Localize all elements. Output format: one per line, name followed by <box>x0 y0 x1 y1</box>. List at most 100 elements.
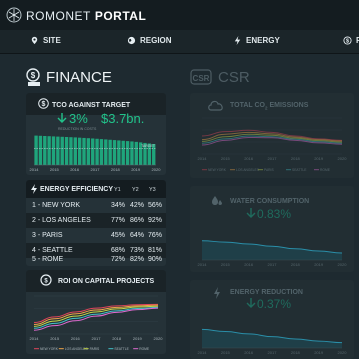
tco-amount: $3.7bn. <box>101 111 145 126</box>
tco-bar <box>86 138 91 165</box>
water-title: WATER CONSUMPTION <box>230 198 310 205</box>
co2-line-chart: 2014 2015 2016 2017 2018 2019 2020 NEW YORK LOS … <box>198 117 347 172</box>
table-row[interactable]: 2 - LOS ANGELES 77% 86% 92% <box>26 213 166 228</box>
tco-bar <box>112 140 117 165</box>
svg-text:$: $ <box>346 38 349 44</box>
table-row[interactable]: 3 - PARIS 45% 64% 76% <box>26 228 166 243</box>
tick-label: 2014 <box>198 262 208 267</box>
globe-icon <box>127 36 136 45</box>
finance-icon: $ <box>343 36 352 45</box>
tick-label: 2019 <box>314 156 324 161</box>
tco-bar <box>104 139 108 165</box>
tick-label: 2016 <box>244 350 254 355</box>
svg-text:$: $ <box>44 279 48 285</box>
tco-bar <box>51 136 56 165</box>
lightning-icon <box>214 287 220 299</box>
col-head-y2: Y2 <box>132 187 139 193</box>
tco-bar <box>117 140 121 165</box>
tco-bar <box>64 137 69 165</box>
tick-label: 2015 <box>221 350 231 355</box>
tco-bar <box>99 139 104 165</box>
row-city: 2 - LOS ANGELES <box>32 217 91 224</box>
legend-label: SEATTLE <box>292 168 307 172</box>
row-y2: 86% <box>130 217 145 224</box>
nav-item-region[interactable]: REGION <box>127 36 172 45</box>
tick-label: 2020 <box>338 262 348 267</box>
legend-label: NEW YORK <box>208 168 227 172</box>
tick-label: 2016 <box>71 336 81 341</box>
tco-percent: 3% <box>69 111 88 126</box>
brand[interactable]: ROMONET PORTAL <box>26 9 146 23</box>
target-label: TARGET <box>141 144 156 148</box>
tick-label: 2019 <box>131 167 141 172</box>
tco-bar <box>56 136 60 165</box>
svg-text:$: $ <box>31 71 36 80</box>
tco-title: TCO AGAINST TARGET <box>52 102 131 109</box>
dollar-circle-icon: $ <box>38 98 49 109</box>
tick-label: 2019 <box>133 336 143 341</box>
tco-bar <box>134 141 138 165</box>
co2-title-suffix: EMISSIONS <box>267 102 309 109</box>
tco-bar <box>69 137 73 165</box>
energy-reduction-title: ENERGY REDUCTION <box>230 289 303 296</box>
row-y3: 92% <box>148 217 163 224</box>
tco-bar <box>108 139 112 165</box>
brand-name: ROMONET <box>26 9 91 23</box>
table-row[interactable]: 5 - ROME 72% 82% 90% <box>26 253 166 266</box>
tick-label: 2014 <box>30 336 40 341</box>
nav-item-energy[interactable]: ENERGY <box>233 36 280 45</box>
tick-label: 2014 <box>198 350 208 355</box>
tick-label: 2015 <box>50 336 60 341</box>
row-y3: 76% <box>148 232 163 239</box>
legend-label: PARIS <box>90 347 100 351</box>
tco-bar <box>73 137 77 165</box>
tick-label: 2018 <box>291 262 301 267</box>
tick-label: 2018 <box>291 156 301 161</box>
arrow-down-icon <box>246 208 256 218</box>
col-head-y1: Y1 <box>114 187 121 193</box>
tco-bar <box>91 138 95 165</box>
lightning-icon <box>31 184 37 194</box>
co2-title: TOTAL CO2 EMISSIONS <box>230 102 308 110</box>
col-head-y3: Y3 <box>149 187 156 193</box>
energy-reduction-stat: 0.37% <box>257 297 292 311</box>
arrow-down-icon <box>246 298 256 308</box>
tick-label: 2015 <box>221 156 231 161</box>
table-row[interactable]: 1 - NEW YORK 34% 42% 56% <box>26 198 166 213</box>
legend-label: ROME <box>320 168 331 172</box>
tco-bar <box>47 136 51 165</box>
row-y2: 42% <box>130 202 145 209</box>
row-y1: 45% <box>111 232 126 239</box>
legend-label: SEATTLE <box>114 347 129 351</box>
legend-label: NEW YORK <box>40 347 59 351</box>
tco-bar <box>95 138 99 165</box>
tco-bar <box>34 135 38 165</box>
tco-bar <box>77 137 82 165</box>
tco-bar <box>60 136 64 165</box>
row-y1: 77% <box>111 217 126 224</box>
roi-line-chart: 2014 2015 2016 2017 2018 2019 2020NEW YORK LOS … <box>30 295 163 351</box>
row-y2: 82% <box>130 256 145 263</box>
tick-label: 2016 <box>70 167 80 172</box>
row-y1: 34% <box>111 202 126 209</box>
tick-label: 2016 <box>244 156 254 161</box>
area-fill <box>202 240 342 260</box>
tick-label: 2015 <box>221 262 231 267</box>
energy-reduction-area-chart: 2014 2015 2016 2017 2018 2019 2020 <box>198 328 347 355</box>
tick-label: 2017 <box>91 167 101 172</box>
finance-title: FINANCE <box>46 69 112 86</box>
tco-bar <box>121 140 125 165</box>
nav-item-site[interactable]: SITE <box>30 36 61 45</box>
row-city: 3 - PARIS <box>32 232 63 239</box>
location-pin-icon <box>31 36 38 45</box>
tco-bar <box>38 135 43 165</box>
tick-label: 2017 <box>268 262 278 267</box>
csr-badge-text: CSR <box>193 74 210 83</box>
row-city: 5 - ROME <box>32 256 64 263</box>
co2-cloud-icon <box>208 100 223 111</box>
romonet-logo-icon <box>6 7 22 23</box>
svg-text:$: $ <box>42 101 46 108</box>
tick-label: 2018 <box>112 336 122 341</box>
nav-item-finance[interactable]: $ F <box>343 36 359 45</box>
tco-bar <box>130 141 134 165</box>
